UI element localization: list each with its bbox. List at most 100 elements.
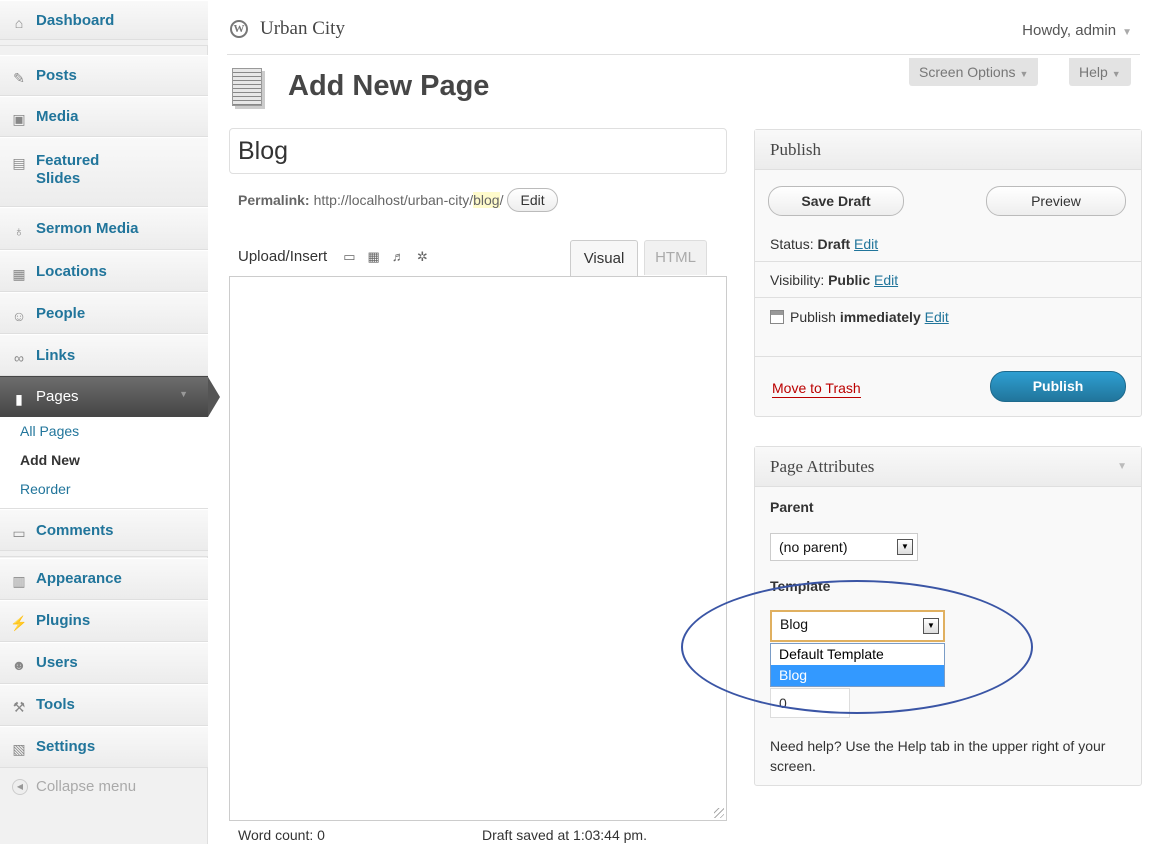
screen-options-label: Screen Options [919,64,1016,80]
add-media-icon[interactable]: ✲ [417,249,428,265]
admin-header: W Urban City Howdy, admin ▼ [208,0,1156,55]
link-icon: ∞ [14,350,24,366]
menu-appearance[interactable]: ▥ Appearance [0,558,208,600]
visibility-label: Visibility: [770,272,825,288]
menu-order-input[interactable]: 0 [770,688,850,718]
menu-settings[interactable]: ▧ Settings [0,726,208,768]
status-row: Status: Draft Edit [770,236,878,252]
post-title-input[interactable]: Blog [229,128,727,174]
publish-button[interactable]: Publish [990,371,1126,402]
menu-tools[interactable]: ⚒ Tools [0,684,208,726]
template-select[interactable]: Blog ▼ [770,610,945,642]
help-label: Help [1079,64,1108,80]
submenu-reorder[interactable]: Reorder [0,475,208,504]
permalink-trail: / [499,192,504,208]
add-video-icon[interactable]: ▦ [368,249,380,265]
attributes-help-text: Need help? Use the Help tab in the upper… [770,738,1106,774]
menu-sermon-media[interactable]: ♁ Sermon Media [0,207,208,250]
menu-users[interactable]: ☻ Users [0,642,208,684]
visibility-value: Public [828,272,871,288]
site-title-link[interactable]: W Urban City [230,18,345,40]
publish-date-row: Publish immediately Edit [770,309,949,325]
permalink-slug[interactable]: blog [473,192,500,208]
menu-featured-slides[interactable]: ▤ Featured Slides [0,137,208,207]
page-title: Add New Page [288,70,490,102]
template-option-blog[interactable]: Blog [771,665,944,686]
caret-down-icon[interactable]: ▼ [1117,447,1127,487]
camera-icon: ▣ [12,111,26,127]
template-option-default[interactable]: Default Template [771,644,944,665]
template-label: Template [770,578,831,594]
submenu-all-pages[interactable]: All Pages [0,417,208,446]
add-audio-icon[interactable]: ♬ [392,249,405,264]
content-editor[interactable] [229,276,727,821]
header-divider [227,54,1140,55]
microphone-icon: ♁ [13,223,25,239]
plug-icon: ⚡ [10,615,28,631]
screen-options-button[interactable]: Screen Options ▼ [909,58,1039,86]
publish-value: immediately [839,309,921,325]
user-menu[interactable]: Howdy, admin ▼ [1022,22,1132,39]
collapse-menu-button[interactable]: ◀ Collapse menu [12,778,136,795]
save-draft-button[interactable]: Save Draft [768,186,904,216]
menu-label: Sermon Media [36,220,139,237]
publish-date-edit-link[interactable]: Edit [925,309,949,325]
preview-button[interactable]: Preview [986,186,1126,216]
menu-locations[interactable]: ▦ Locations [0,250,208,292]
tab-html[interactable]: HTML [644,240,707,275]
howdy-text: Howdy, admin [1022,22,1117,39]
admin-sidebar: ⌂ Dashboard ✎ Posts ▣ Media ▤ Featured Sl… [0,0,220,844]
permalink-edit-button[interactable]: Edit [507,188,558,212]
menu-links[interactable]: ∞ Links [0,334,208,376]
page-attributes-heading[interactable]: Page Attributes ▼ [755,447,1141,487]
visibility-row: Visibility: Public Edit [770,272,898,288]
menu-label: Appearance [36,570,122,587]
menu-dashboard[interactable]: ⌂ Dashboard [0,0,208,40]
status-label: Status: [770,236,814,252]
menu-posts[interactable]: ✎ Posts [0,55,208,96]
menu-label: Locations [36,263,107,280]
collapse-arrow-icon: ◀ [12,778,28,795]
parent-select[interactable]: (no parent) ▼ [770,533,918,561]
menu-people[interactable]: ☺ People [0,292,208,334]
permalink-base: http://localhost/urban-city/ [313,192,474,208]
parent-select-value: (no parent) [779,539,848,555]
word-count: Word count: 0 [238,827,325,843]
collapse-menu-label: Collapse menu [36,778,137,795]
calendar-icon [770,310,784,324]
appearance-icon: ▥ [12,573,26,589]
wordpress-logo-icon: W [230,20,248,38]
menu-label: Pages [36,388,79,405]
publish-box-heading: Publish [755,130,1141,170]
visibility-edit-link[interactable]: Edit [874,272,898,288]
menu-label: Plugins [36,612,91,629]
divider [755,297,1141,298]
move-to-trash-link[interactable]: Move to Trash [772,380,861,398]
divider [755,261,1141,262]
page-document-icon [232,68,262,106]
settings-icon: ▧ [12,741,26,757]
menu-comments[interactable]: ▭ Comments [0,509,208,551]
pages-icon: ▮ [15,391,23,407]
parent-label: Parent [770,499,814,515]
publish-label: Publish [790,309,836,325]
menu-separator [0,40,208,46]
menu-pages[interactable]: ▮ Pages ▼ [0,376,220,417]
submenu-add-new[interactable]: Add New [0,446,208,475]
help-button[interactable]: Help ▼ [1069,58,1131,86]
users-icon: ☻ [11,657,27,673]
menu-label: Posts [36,67,77,84]
draft-saved-status: Draft saved at 1:03:44 pm. [482,827,647,843]
upload-insert-label: Upload/Insert [238,248,328,265]
add-image-icon[interactable]: ▭ [343,249,355,265]
tab-visual[interactable]: Visual [570,240,638,277]
current-menu-arrow [208,377,220,417]
status-edit-link[interactable]: Edit [854,236,878,252]
comment-icon: ▭ [12,525,26,541]
site-title-text: Urban City [260,18,345,39]
caret-down-icon: ▼ [179,389,188,399]
menu-media[interactable]: ▣ Media [0,96,208,137]
menu-plugins[interactable]: ⚡ Plugins [0,600,208,642]
resize-handle-icon[interactable] [714,808,724,818]
page-attributes-title: Page Attributes [770,457,875,476]
